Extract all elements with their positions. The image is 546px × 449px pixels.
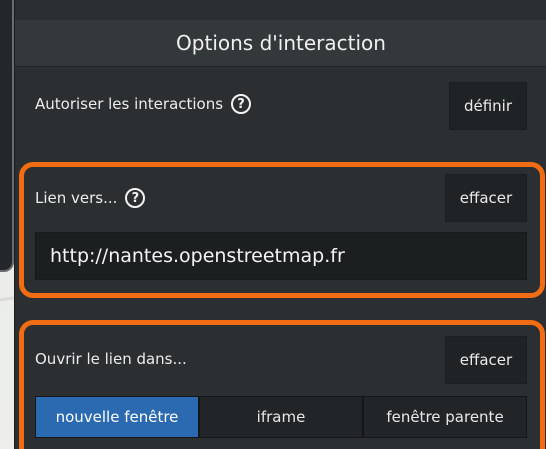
allow-interactions-label: Autoriser les interactions — [35, 95, 224, 113]
help-icon[interactable]: ? — [231, 94, 252, 114]
open-link-in-row: Ouvrir le lien dans... — [35, 350, 187, 368]
link-to-label: Lien vers... — [35, 189, 118, 207]
panel-title: Options d'interaction — [15, 20, 546, 67]
help-icon[interactable]: ? — [125, 188, 146, 208]
link-to-row: Lien vers... ? — [35, 188, 146, 208]
left-panel-edge — [0, 0, 14, 272]
interaction-options-panel: Options d'interaction Autoriser les inte… — [14, 0, 546, 449]
link-url-input[interactable]: http://nantes.openstreetmap.fr — [35, 232, 527, 280]
define-button[interactable]: définir — [449, 82, 527, 130]
option-new-window[interactable]: nouvelle fenêtre — [35, 396, 199, 438]
allow-interactions-row: Autoriser les interactions ? — [35, 94, 252, 114]
option-parent-window[interactable]: fenêtre parente — [363, 396, 527, 438]
clear-target-button[interactable]: effacer — [445, 336, 527, 384]
clear-link-button[interactable]: effacer — [445, 174, 527, 222]
open-link-in-label: Ouvrir le lien dans... — [35, 350, 187, 368]
link-target-switch: nouvelle fenêtre iframe fenêtre parente — [35, 396, 527, 438]
option-iframe[interactable]: iframe — [199, 396, 363, 438]
